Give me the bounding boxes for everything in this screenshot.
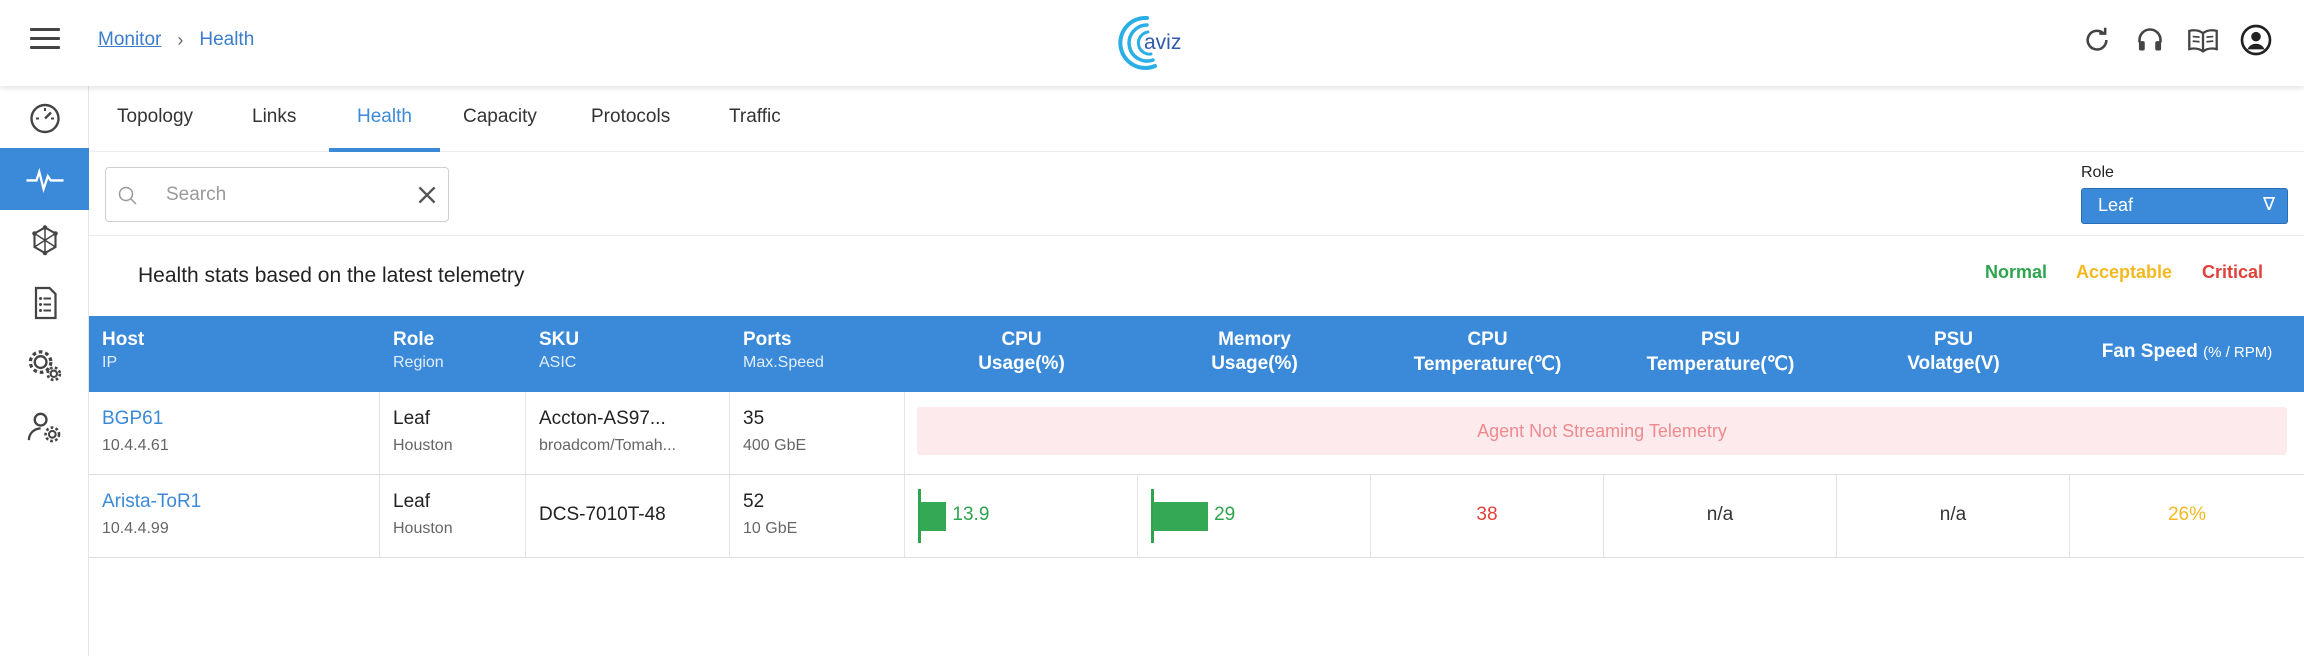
tab-capacity[interactable]: Capacity (435, 86, 565, 152)
cell-cpu-usage: 13.9 (905, 475, 1138, 557)
sidebar-item-settings[interactable] (0, 334, 89, 396)
sidebar-item-users[interactable] (0, 396, 89, 458)
role-select-dropdown[interactable]: Leaf ∇ (2081, 188, 2288, 224)
user-settings-icon (27, 412, 60, 443)
cell-fan-speed: 26% (2070, 475, 2304, 557)
role-select-value: Leaf (2098, 195, 2134, 215)
fan-speed-header-label: Fan Speed (2101, 341, 2198, 362)
col-header-cpu-usage[interactable]: CPU Usage(%) (905, 316, 1138, 392)
psu-voltage-value: n/a (1939, 504, 1967, 525)
sidebar-item-dashboard[interactable] (0, 86, 89, 148)
sidebar-item-reports[interactable] (0, 272, 89, 334)
cell-psu-voltage: n/a (1837, 475, 2070, 557)
col-header-psu-temperature[interactable]: PSU Temperature(℃) (1604, 316, 1837, 392)
fan-speed-value: 26% (2167, 504, 2207, 525)
col-header-sku[interactable]: SKU ASIC (526, 316, 730, 392)
col-header-fan-speed[interactable]: Fan Speed (% / RPM) (2070, 316, 2304, 392)
logo-text: aviz (1144, 31, 1181, 54)
network-cube-icon (31, 225, 58, 256)
hamburger-menu-icon[interactable] (30, 28, 60, 52)
host-link[interactable]: Arista-ToR1 (102, 491, 201, 513)
tab-links[interactable]: Links (224, 86, 324, 152)
aviz-logo: aviz (1115, 12, 1191, 74)
dashboard-icon (29, 103, 60, 134)
sidebar-item-network[interactable] (0, 210, 89, 272)
legend-critical: Critical (2202, 262, 2264, 282)
cell-memory-usage: 29 (1138, 475, 1371, 557)
cell-psu-temperature: n/a (1604, 475, 1837, 557)
fan-speed-header-unit: (% / RPM) (2203, 344, 2273, 361)
search-icon (118, 186, 137, 205)
legend-normal: Normal (1985, 262, 2048, 282)
cell-host: BGP61 10.4.4.61 (89, 392, 380, 474)
table-header: Host IP Role Region SKU ASIC Ports Max.S… (89, 316, 2304, 392)
psu-temperature-value: n/a (1706, 504, 1734, 525)
tab-protocols[interactable]: Protocols (563, 86, 698, 152)
memory-usage-bar-fill (1153, 502, 1209, 531)
role-filter-label: Role (2081, 164, 2114, 181)
cpu-usage-bar-fill (920, 502, 947, 531)
cell-sku: DCS-7010T-48 (526, 475, 730, 557)
filter-bar: Role Leaf ∇ (89, 152, 2304, 236)
settings-gears-icon (28, 350, 61, 382)
breadcrumb-monitor-link[interactable]: Monitor (98, 29, 161, 51)
book-icon[interactable] (2185, 22, 2221, 58)
top-header: Monitor › Health aviz (0, 0, 2304, 86)
clear-search-icon[interactable] (414, 182, 440, 208)
tab-topology[interactable]: Topology (89, 86, 221, 152)
col-header-role[interactable]: Role Region (380, 316, 526, 392)
cell-role: Leaf Houston (380, 475, 526, 557)
cell-host: Arista-ToR1 10.4.4.99 (89, 475, 380, 557)
account-icon[interactable] (2238, 22, 2274, 58)
tab-health[interactable]: Health (329, 86, 440, 152)
cell-ports: 52 10 GbE (730, 475, 905, 557)
legend-acceptable: Acceptable (2076, 262, 2173, 282)
search-box (105, 167, 449, 222)
headset-icon[interactable] (2132, 22, 2168, 58)
document-list-icon (34, 286, 57, 320)
sidebar-item-health[interactable] (0, 148, 89, 210)
tab-traffic[interactable]: Traffic (701, 86, 809, 152)
memory-usage-value: 29 (1214, 504, 1236, 525)
table-row[interactable]: BGP61 10.4.4.61 Leaf Houston Accton-AS97… (89, 392, 2304, 475)
cell-telemetry-status: Agent Not Streaming Telemetry (905, 392, 2304, 474)
col-header-psu-voltage[interactable]: PSU Volatge(V) (1837, 316, 2070, 392)
cell-cpu-temperature: 38 (1371, 475, 1604, 557)
table-row[interactable]: Arista-ToR1 10.4.4.99 Leaf Houston DCS-7… (89, 475, 2304, 558)
tab-bar: Topology Links Health Capacity Protocols… (89, 86, 2304, 152)
cell-role: Leaf Houston (380, 392, 526, 474)
col-header-ports[interactable]: Ports Max.Speed (730, 316, 905, 392)
breadcrumb-current: Health (199, 29, 255, 50)
host-link[interactable]: BGP61 (102, 408, 163, 430)
col-header-memory-usage[interactable]: Memory Usage(%) (1138, 316, 1371, 392)
health-table: Host IP Role Region SKU ASIC Ports Max.S… (89, 316, 2304, 558)
cell-sku: Accton-AS97... broadcom/Tomah... (526, 392, 730, 474)
dropdown-arrow-icon: ∇ (2262, 194, 2275, 214)
host-ip: 10.4.4.61 (102, 437, 169, 454)
health-stats-title: Health stats based on the latest telemet… (138, 264, 525, 287)
left-sidebar (0, 86, 89, 656)
col-header-host[interactable]: Host IP (89, 316, 380, 392)
col-header-cpu-temperature[interactable]: CPU Temperature(℃) (1371, 316, 1604, 392)
cpu-temperature-value: 38 (1476, 504, 1498, 525)
pulse-icon (25, 167, 64, 194)
cpu-usage-value: 13.9 (952, 504, 990, 525)
host-ip: 10.4.4.99 (102, 520, 169, 537)
cell-ports: 35 400 GbE (730, 392, 905, 474)
breadcrumb-separator: › (177, 29, 184, 50)
search-input[interactable] (166, 180, 396, 210)
no-telemetry-alert: Agent Not Streaming Telemetry (917, 407, 2287, 455)
refresh-icon[interactable] (2079, 22, 2115, 58)
breadcrumb: Monitor › Health (98, 29, 254, 51)
